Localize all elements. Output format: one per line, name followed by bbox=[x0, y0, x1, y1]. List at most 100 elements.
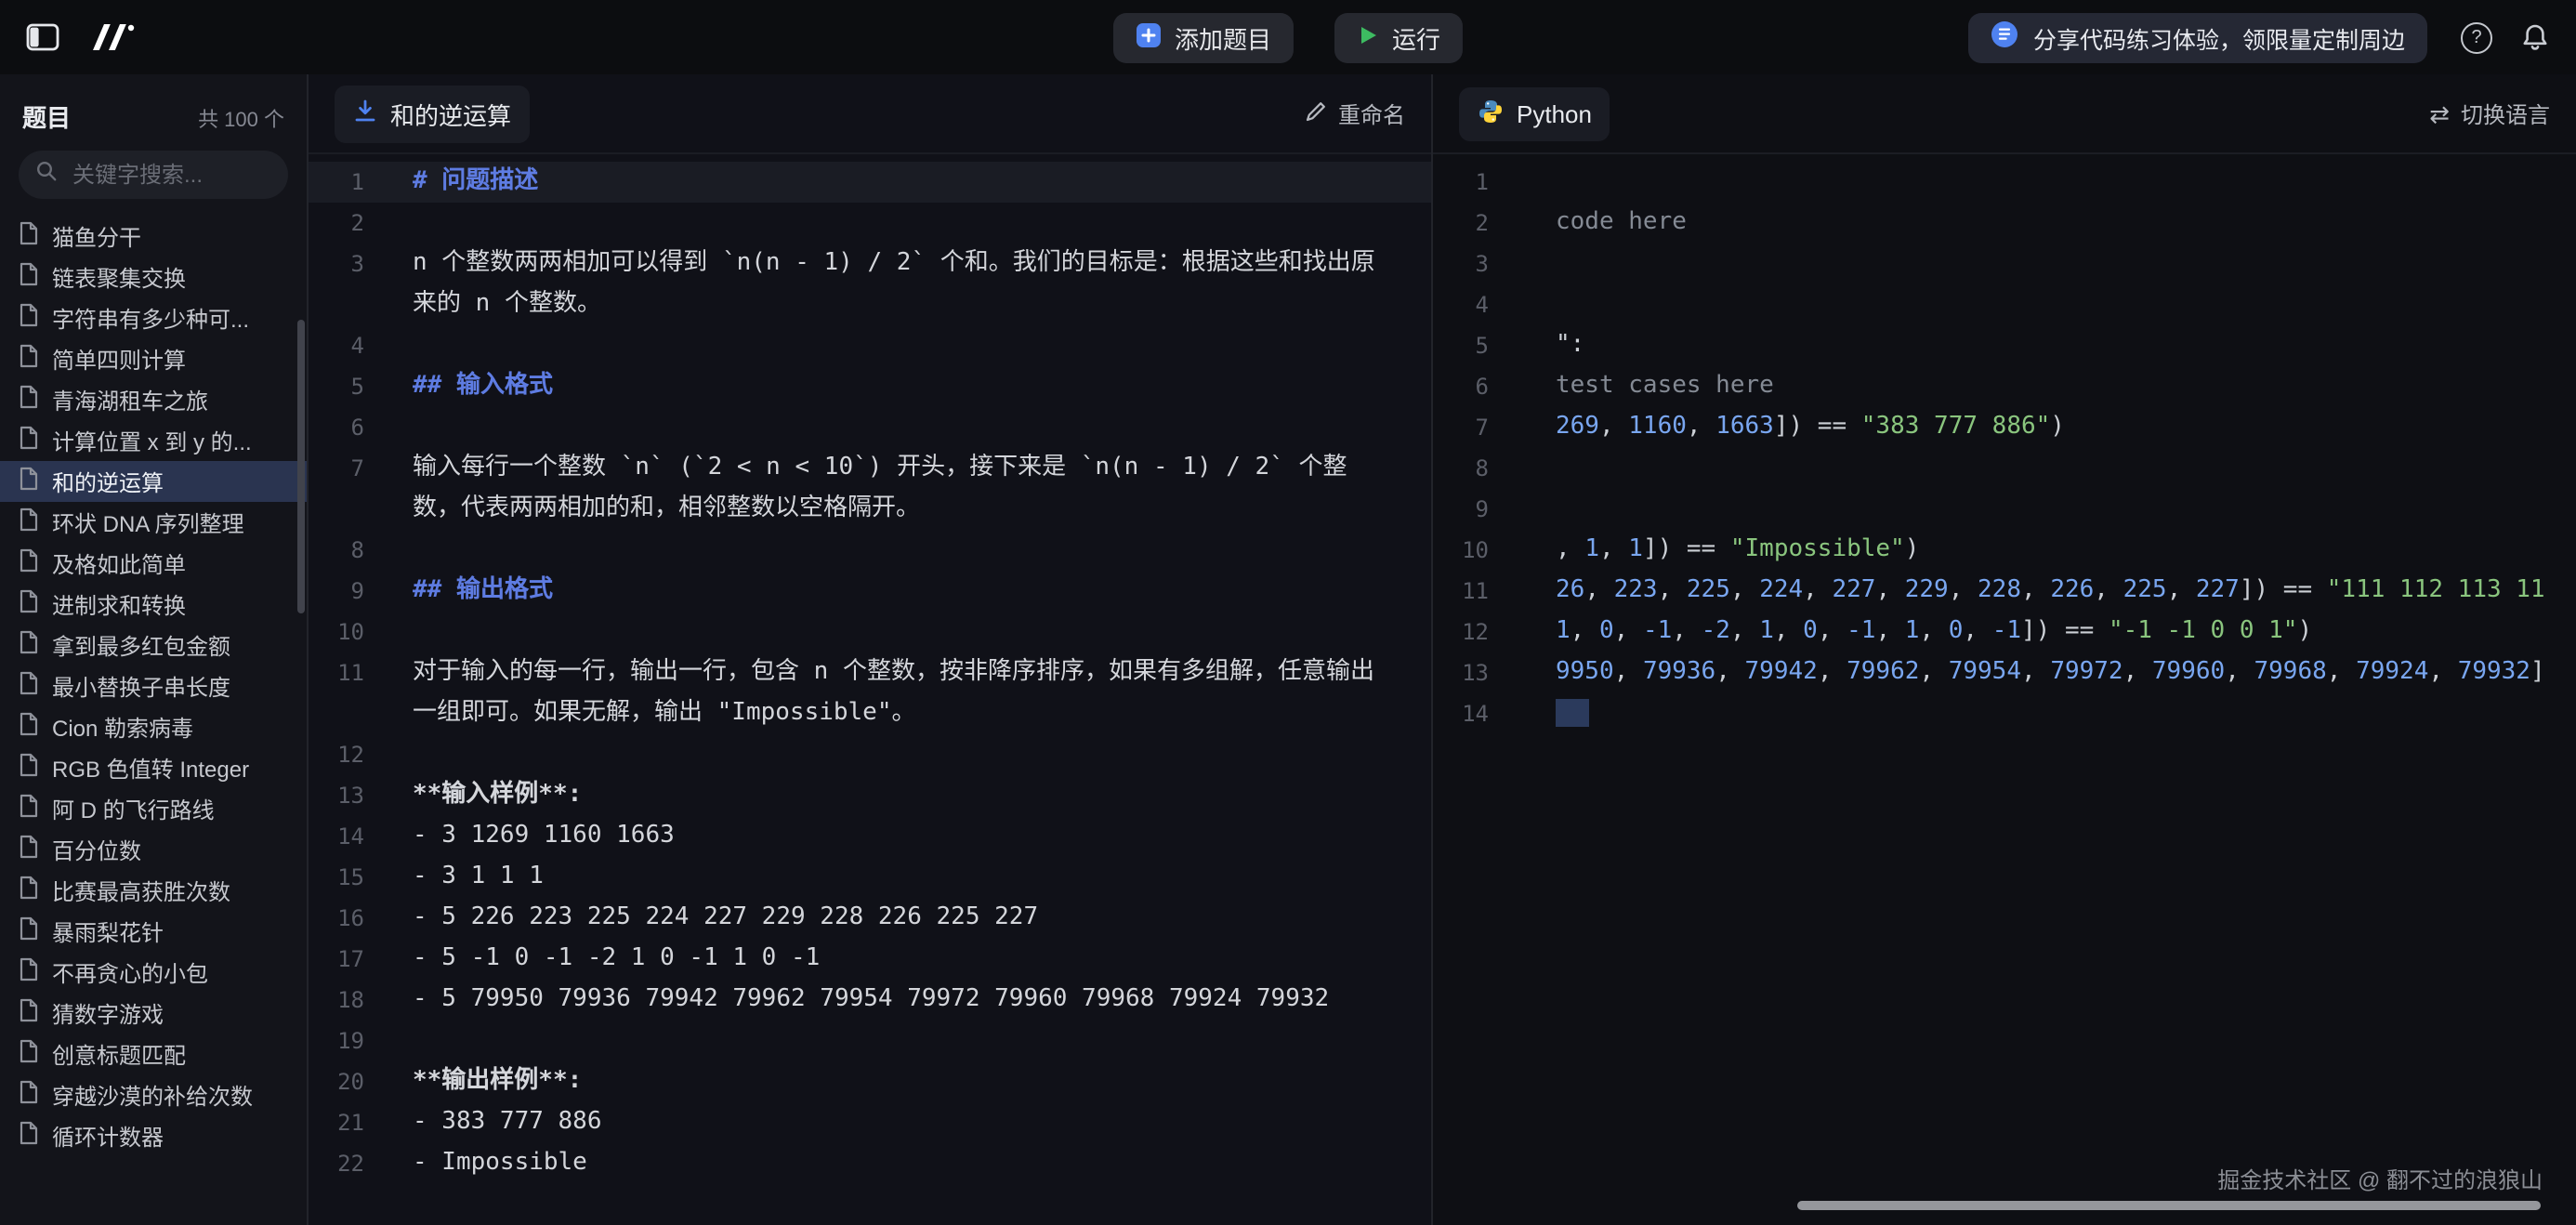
doc-line: 3 n 个整数两两相加可以得到 `n(n - 1) / 2` 个和。我们的目标是… bbox=[309, 244, 1431, 325]
code-line: 6 test cases here bbox=[1433, 366, 2576, 407]
editor-panel-header: Python ⇄ 切换语言 bbox=[1433, 74, 2576, 154]
problem-item-label: 计算位置 x 到 y 的... bbox=[52, 425, 252, 456]
problem-list-item[interactable]: 及格如此简单 bbox=[0, 543, 307, 584]
problem-item-label: Cion 勒索病毒 bbox=[52, 711, 193, 743]
problem-list-item[interactable]: 猜数字游戏 bbox=[0, 993, 307, 1034]
line-number: 9 bbox=[309, 571, 390, 612]
problem-list-item[interactable]: 暴雨梨花针 bbox=[0, 911, 307, 952]
doc-line: 6 bbox=[309, 407, 1431, 448]
document-icon bbox=[19, 426, 39, 455]
problem-list-item[interactable]: 比赛最高获胜次数 bbox=[0, 870, 307, 911]
code-line-text bbox=[1515, 284, 2576, 325]
sidebar-scrollbar[interactable] bbox=[297, 320, 305, 613]
language-pill[interactable]: Python bbox=[1459, 86, 1610, 140]
problem-item-label: 比赛最高获胜次数 bbox=[52, 875, 230, 906]
problem-panel-header: 和的逆运算 重命名 bbox=[309, 74, 1431, 154]
problem-list-item[interactable]: 猫鱼分干 bbox=[0, 216, 307, 257]
problem-list-item[interactable]: 穿越沙漠的补给次数 bbox=[0, 1074, 307, 1115]
line-number: 12 bbox=[1433, 612, 1515, 652]
code-lines[interactable]: 1 2 code here 3 4 5 ": 6 test cases here… bbox=[1433, 154, 2576, 1225]
problem-item-label: 不再贪心的小包 bbox=[52, 956, 208, 988]
code-line-text: 9950, 79936, 79942, 79962, 79954, 79972,… bbox=[1515, 652, 2576, 693]
promo-banner[interactable]: 分享代码练习体验，领限量定制周边 bbox=[1968, 12, 2427, 62]
problem-list-item[interactable]: 计算位置 x 到 y 的... bbox=[0, 420, 307, 461]
problem-list-item[interactable]: 和的逆运算 bbox=[0, 461, 307, 502]
problem-list-item[interactable]: RGB 色值转 Integer bbox=[0, 747, 307, 788]
problem-list-item[interactable]: 创意标题匹配 bbox=[0, 1034, 307, 1074]
line-number: 8 bbox=[1433, 448, 1515, 489]
doc-line-text: - 5 226 223 225 224 227 229 228 226 225 … bbox=[390, 898, 1431, 939]
line-number: 8 bbox=[309, 530, 390, 571]
problem-list: 猫鱼分干 链表聚集交换 字符串有多少种可... 简单四则计算 青海湖租车之旅 计… bbox=[0, 216, 307, 1225]
line-number: 11 bbox=[1433, 571, 1515, 612]
code-line-text: 26, 223, 225, 224, 227, 229, 228, 226, 2… bbox=[1515, 571, 2576, 612]
problem-title: 和的逆运算 bbox=[390, 96, 511, 131]
document-icon bbox=[19, 467, 39, 496]
code-line-text bbox=[1515, 244, 2576, 284]
search-input[interactable] bbox=[69, 160, 271, 190]
rename-button[interactable]: 重命名 bbox=[1305, 98, 1405, 129]
add-problem-button[interactable]: 添加题目 bbox=[1113, 12, 1294, 62]
problem-list-item[interactable]: 简单四则计算 bbox=[0, 338, 307, 379]
code-line: 14 bbox=[1433, 693, 2576, 734]
problem-list-item[interactable]: 青海湖租车之旅 bbox=[0, 379, 307, 420]
help-icon[interactable]: ? bbox=[2461, 21, 2492, 53]
code-line: 5 ": bbox=[1433, 325, 2576, 366]
line-number: 21 bbox=[309, 1102, 390, 1143]
problem-item-label: 百分位数 bbox=[52, 834, 141, 865]
doc-line: 10 bbox=[309, 612, 1431, 652]
play-icon bbox=[1357, 23, 1379, 51]
switch-language-button[interactable]: ⇄ 切换语言 bbox=[2429, 98, 2550, 129]
problem-list-item[interactable]: 不再贪心的小包 bbox=[0, 952, 307, 993]
problem-list-item[interactable]: 阿 D 的飞行路线 bbox=[0, 788, 307, 829]
sidebar: 题目 共 100 个 猫鱼分干 链表聚集交换 字符串有多少种可... bbox=[0, 74, 309, 1225]
problem-list-item[interactable]: Cion 勒索病毒 bbox=[0, 706, 307, 747]
line-number: 13 bbox=[309, 775, 390, 816]
line-number: 1 bbox=[309, 162, 390, 203]
problem-item-label: 和的逆运算 bbox=[52, 466, 164, 497]
doc-line: 13 **输入样例**: bbox=[309, 775, 1431, 816]
code-line-text: code here bbox=[1515, 203, 2576, 244]
line-number: 2 bbox=[1433, 203, 1515, 244]
problem-list-item[interactable]: 最小替换子串长度 bbox=[0, 665, 307, 706]
code-line: 9 bbox=[1433, 489, 2576, 530]
problem-list-item[interactable]: 环状 DNA 序列整理 bbox=[0, 502, 307, 543]
problem-item-label: 进制求和转换 bbox=[52, 588, 186, 620]
app-root: 添加题目 运行 分享代码练习体验，领限量定制周边 ? bbox=[0, 0, 2576, 1225]
run-button[interactable]: 运行 bbox=[1334, 12, 1463, 62]
document-icon bbox=[19, 916, 39, 946]
doc-line-text bbox=[390, 407, 1431, 448]
sidebar-toggle-icon[interactable] bbox=[26, 22, 59, 52]
doc-line: 15 - 3 1 1 1 bbox=[309, 857, 1431, 898]
problem-list-item[interactable]: 循环计数器 bbox=[0, 1115, 307, 1156]
problem-item-label: 青海湖租车之旅 bbox=[52, 384, 208, 415]
code-line: 1 bbox=[1433, 162, 2576, 203]
problem-doc[interactable]: 1 # 问题描述 2 3 n 个整数两两相加可以得到 `n(n - 1) / 2… bbox=[309, 154, 1431, 1225]
problem-list-item[interactable]: 链表聚集交换 bbox=[0, 257, 307, 297]
line-number: 12 bbox=[309, 734, 390, 775]
code-line-text: ": bbox=[1515, 325, 2576, 366]
notification-bell-icon[interactable] bbox=[2520, 22, 2550, 52]
problem-item-label: 字符串有多少种可... bbox=[52, 302, 249, 334]
search-box[interactable] bbox=[19, 151, 288, 199]
problem-panel: 和的逆运算 重命名 1 # 问题描述 2 3 n 个整数两两相加可以得到 `n(… bbox=[309, 74, 1433, 1225]
problem-item-label: 暴雨梨花针 bbox=[52, 915, 164, 947]
doc-line: 1 # 问题描述 bbox=[309, 162, 1431, 203]
code-line: 8 bbox=[1433, 448, 2576, 489]
document-icon bbox=[19, 303, 39, 333]
problem-item-label: 猫鱼分干 bbox=[52, 220, 141, 252]
document-icon bbox=[19, 1080, 39, 1110]
line-number: 5 bbox=[1433, 325, 1515, 366]
doc-line-text bbox=[390, 1021, 1431, 1061]
editor-horizontal-scrollbar[interactable] bbox=[1797, 1201, 2541, 1210]
line-number: 14 bbox=[309, 816, 390, 857]
doc-line-text bbox=[390, 612, 1431, 652]
problem-list-item[interactable]: 进制求和转换 bbox=[0, 584, 307, 625]
doc-line: 9 ## 输出格式 bbox=[309, 571, 1431, 612]
line-number: 22 bbox=[309, 1143, 390, 1184]
problem-list-item[interactable]: 拿到最多红包金额 bbox=[0, 625, 307, 665]
promo-label: 分享代码练习体验，领限量定制周边 bbox=[2033, 20, 2405, 55]
problem-list-item[interactable]: 字符串有多少种可... bbox=[0, 297, 307, 338]
problem-list-item[interactable]: 百分位数 bbox=[0, 829, 307, 870]
line-number: 18 bbox=[309, 980, 390, 1021]
